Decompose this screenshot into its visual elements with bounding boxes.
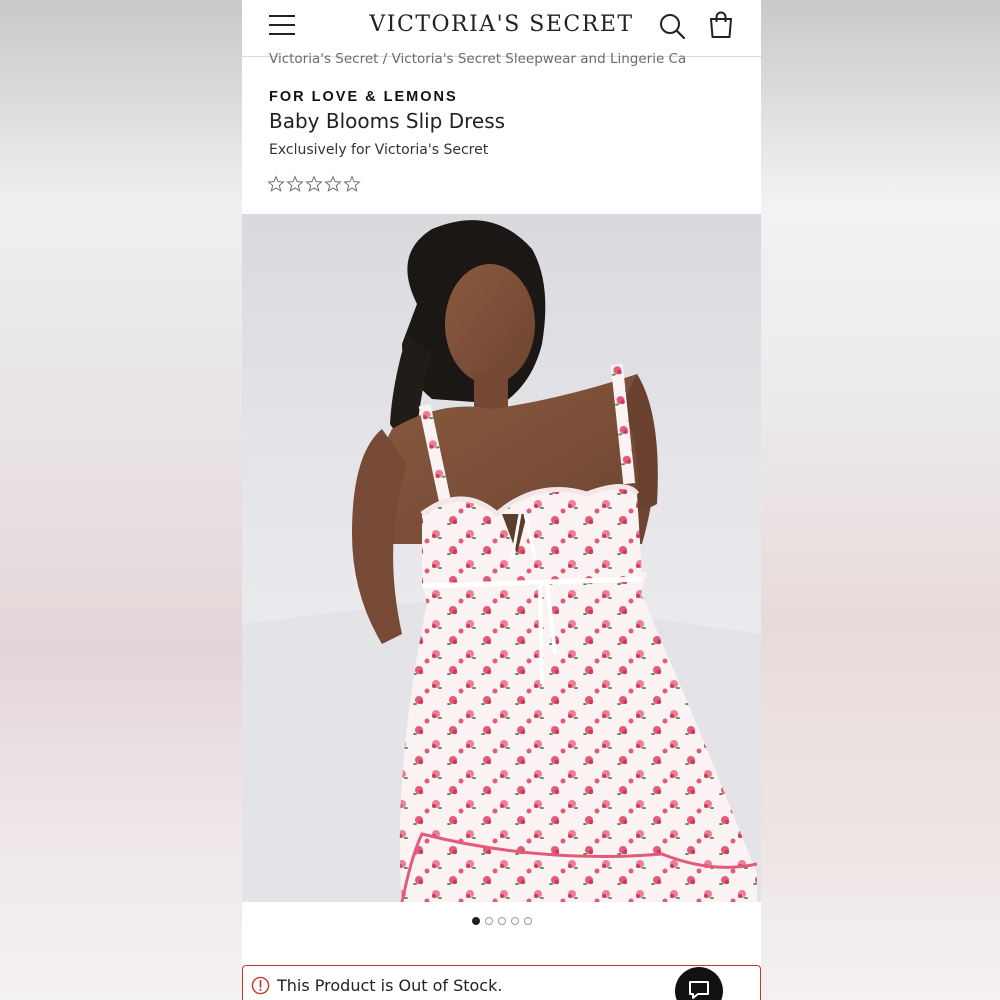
star-outline-icon [267, 175, 285, 192]
out-of-stock-message: This Product is Out of Stock. [277, 976, 503, 995]
breadcrumb-link-category[interactable]: Victoria's Secret Sleepwear and Lingerie… [392, 51, 687, 67]
mobile-page: VICTORIA'S SECRET Victoria's Secret / Vi… [242, 0, 761, 1000]
star-outline-icon [324, 175, 342, 192]
product-title: Baby Blooms Slip Dress [269, 109, 506, 133]
search-icon[interactable] [658, 12, 686, 40]
product-image[interactable] [242, 214, 761, 902]
product-brand[interactable]: FOR LOVE & LEMONS [269, 89, 458, 105]
chat-bubble-icon [689, 981, 709, 999]
model-in-floral-slip-dress-illustration [242, 220, 761, 902]
carousel-pagination [242, 917, 761, 925]
breadcrumb-separator: / [382, 51, 388, 67]
breadcrumb: Victoria's Secret / Victoria's Secret Sl… [269, 51, 709, 67]
shopping-bag-icon[interactable] [708, 11, 734, 39]
carousel-dot[interactable] [484, 917, 493, 925]
star-outline-icon [305, 175, 323, 192]
exclusive-note: Exclusively for Victoria's Secret [269, 142, 489, 158]
carousel-dot[interactable] [510, 917, 519, 925]
breadcrumb-link-home[interactable]: Victoria's Secret [269, 51, 378, 67]
carousel-dot[interactable] [523, 917, 532, 925]
blurred-backdrop-right [758, 0, 1000, 1000]
alert-circle-icon [251, 976, 270, 995]
star-outline-icon [286, 175, 304, 192]
top-navigation-bar: VICTORIA'S SECRET [242, 0, 761, 57]
carousel-dot[interactable] [497, 917, 506, 925]
carousel-dot[interactable] [471, 917, 480, 925]
star-outline-icon [343, 175, 361, 192]
blurred-backdrop-left [0, 0, 242, 1000]
rating-stars[interactable] [267, 175, 361, 193]
